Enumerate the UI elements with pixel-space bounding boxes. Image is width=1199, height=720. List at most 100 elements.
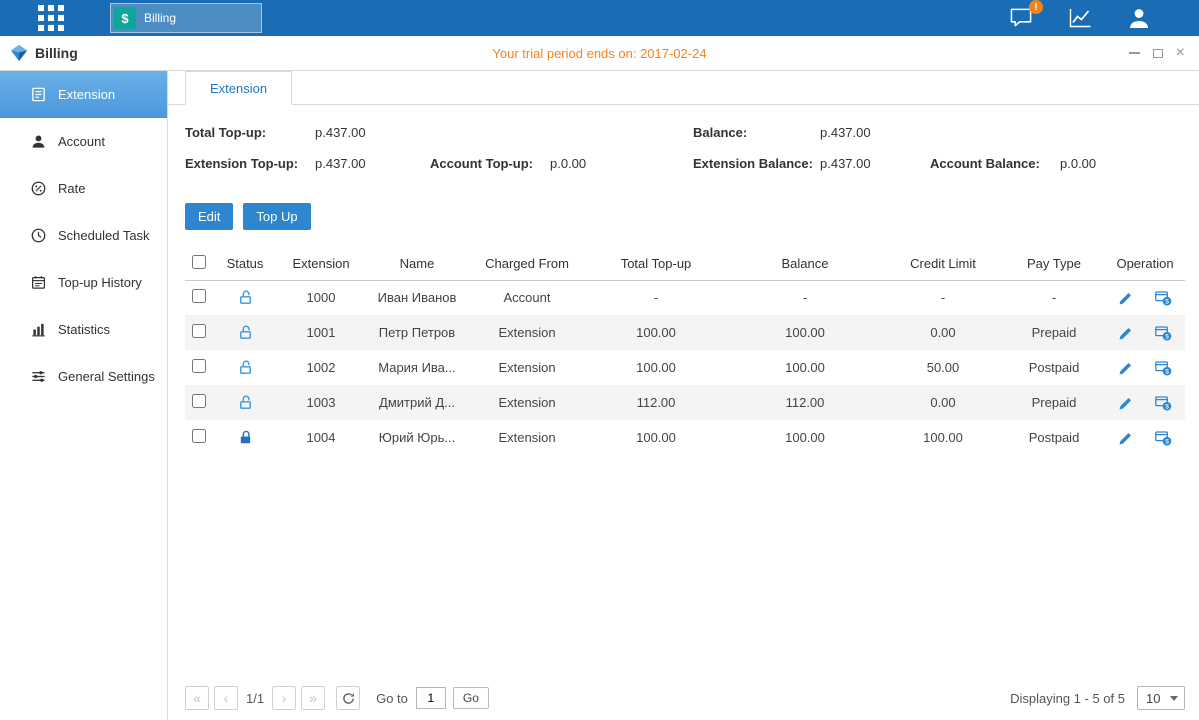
- cell-pay-type: Prepaid: [1003, 385, 1105, 420]
- app-title: Billing: [35, 45, 78, 61]
- cell-credit-limit: -: [883, 280, 1003, 315]
- total-topup-value: p.437.00: [315, 125, 430, 140]
- extension-topup-value: p.437.00: [315, 156, 430, 171]
- main-content: Extension Total Top-up: p.437.00 Balance…: [168, 71, 1199, 720]
- sidebar-item-account[interactable]: Account: [0, 118, 167, 165]
- cell-name: Мария Ива...: [365, 350, 469, 385]
- sidebar-item-general-settings[interactable]: General Settings: [0, 353, 167, 400]
- top-up-button[interactable]: Top Up: [243, 203, 310, 230]
- row-checkbox[interactable]: [192, 359, 206, 373]
- minimize-icon[interactable]: [1129, 52, 1140, 54]
- top-up-card-icon[interactable]: $: [1155, 431, 1172, 446]
- select-all-checkbox[interactable]: [192, 255, 206, 269]
- edit-button[interactable]: Edit: [185, 203, 233, 230]
- col-balance: Balance: [727, 248, 883, 280]
- top-up-card-icon[interactable]: $: [1155, 396, 1172, 411]
- cell-name: Иван Иванов: [365, 280, 469, 315]
- content-tabs: Extension: [168, 71, 1199, 105]
- displaying-info: Displaying 1 - 5 of 5: [1010, 691, 1125, 706]
- prev-page-button[interactable]: ‹: [214, 686, 238, 710]
- sidebar-item-label: Top-up History: [58, 275, 142, 290]
- refresh-button[interactable]: [336, 686, 360, 710]
- notification-badge: !: [1029, 0, 1043, 14]
- table-row: 1004 Юрий Юрь... Extension 100.00 100.00…: [185, 420, 1185, 455]
- unlocked-icon: [237, 289, 254, 306]
- page-size-select[interactable]: 10: [1137, 686, 1185, 710]
- sidebar-item-extension[interactable]: Extension: [0, 71, 167, 118]
- svg-text:$: $: [1165, 298, 1169, 305]
- cell-charged-from: Extension: [469, 350, 585, 385]
- cell-charged-from: Extension: [469, 420, 585, 455]
- topbar-tab-label: Billing: [144, 11, 176, 25]
- top-up-card-icon[interactable]: $: [1155, 361, 1172, 376]
- cell-extension: 1000: [277, 280, 365, 315]
- apps-grid-icon[interactable]: [38, 5, 64, 31]
- goto-page-input[interactable]: [416, 687, 446, 709]
- sidebar-item-label: Account: [58, 134, 105, 149]
- cell-balance: -: [727, 280, 883, 315]
- next-page-button[interactable]: ›: [272, 686, 296, 710]
- row-checkbox[interactable]: [192, 324, 206, 338]
- scheduled-task-icon: [30, 227, 47, 244]
- col-status: Status: [213, 248, 277, 280]
- billing-summary: Total Top-up: p.437.00 Balance: p.437.00…: [185, 117, 1185, 179]
- col-pay-type: Pay Type: [1003, 248, 1105, 280]
- topbar-billing-tab[interactable]: $ Billing: [110, 3, 262, 33]
- sidebar-item-label: Scheduled Task: [58, 228, 150, 243]
- action-buttons: Edit Top Up: [185, 203, 1199, 230]
- sidebar-item-topup-history[interactable]: Top-up History: [0, 259, 167, 306]
- cell-pay-type: Postpaid: [1003, 420, 1105, 455]
- row-checkbox[interactable]: [192, 429, 206, 443]
- maximize-icon[interactable]: [1153, 49, 1163, 58]
- top-bar: $ Billing !: [0, 0, 1199, 36]
- cell-pay-type: -: [1003, 280, 1105, 315]
- cell-charged-from: Extension: [469, 385, 585, 420]
- user-account-icon[interactable]: [1127, 7, 1151, 29]
- table-row: 1002 Мария Ива... Extension 100.00 100.0…: [185, 350, 1185, 385]
- row-checkbox[interactable]: [192, 289, 206, 303]
- reports-chart-icon[interactable]: [1068, 7, 1093, 29]
- summary-row-2: Extension Top-up: p.437.00 Account Top-u…: [185, 148, 1185, 179]
- top-up-card-icon[interactable]: $: [1155, 326, 1172, 341]
- table-header-row: Status Extension Name Charged From Total…: [185, 248, 1185, 280]
- close-icon[interactable]: ×: [1176, 45, 1185, 61]
- cell-extension: 1002: [277, 350, 365, 385]
- cell-balance: 112.00: [727, 385, 883, 420]
- edit-pencil-icon[interactable]: [1118, 431, 1133, 446]
- last-page-button[interactable]: »: [301, 686, 325, 710]
- sidebar-item-label: Extension: [58, 87, 115, 102]
- cell-total-topup: -: [585, 280, 727, 315]
- top-up-card-icon[interactable]: $: [1155, 291, 1172, 306]
- edit-pencil-icon[interactable]: [1118, 291, 1133, 306]
- col-extension: Extension: [277, 248, 365, 280]
- edit-pencil-icon[interactable]: [1118, 396, 1133, 411]
- sidebar-item-rate[interactable]: Rate: [0, 165, 167, 212]
- edit-pencil-icon[interactable]: [1118, 361, 1133, 376]
- sidebar-item-statistics[interactable]: Statistics: [0, 306, 167, 353]
- tab-extension[interactable]: Extension: [185, 71, 292, 105]
- unlocked-icon: [237, 324, 254, 341]
- cell-balance: 100.00: [727, 350, 883, 385]
- total-topup-label: Total Top-up:: [185, 125, 315, 140]
- cell-credit-limit: 0.00: [883, 315, 1003, 350]
- notifications-chat-icon[interactable]: !: [1009, 7, 1034, 29]
- window-controls: ×: [1129, 45, 1185, 61]
- cell-balance: 100.00: [727, 315, 883, 350]
- locked-icon: [237, 429, 254, 446]
- summary-row-1: Total Top-up: p.437.00 Balance: p.437.00: [185, 117, 1185, 148]
- table-row: 1003 Дмитрий Д... Extension 112.00 112.0…: [185, 385, 1185, 420]
- edit-pencil-icon[interactable]: [1118, 326, 1133, 341]
- extension-topup-label: Extension Top-up:: [185, 156, 315, 171]
- title-bar: Billing Your trial period ends on: 2017-…: [0, 36, 1199, 71]
- row-checkbox[interactable]: [192, 394, 206, 408]
- cell-extension: 1001: [277, 315, 365, 350]
- cell-total-topup: 100.00: [585, 420, 727, 455]
- first-page-button[interactable]: «: [185, 686, 209, 710]
- sidebar-item-scheduled-task[interactable]: Scheduled Task: [0, 212, 167, 259]
- go-button[interactable]: Go: [453, 687, 489, 709]
- rate-icon: [30, 180, 47, 197]
- cell-pay-type: Postpaid: [1003, 350, 1105, 385]
- dollar-icon: $: [114, 7, 136, 29]
- account-topup-value: p.0.00: [550, 156, 693, 171]
- cell-total-topup: 100.00: [585, 350, 727, 385]
